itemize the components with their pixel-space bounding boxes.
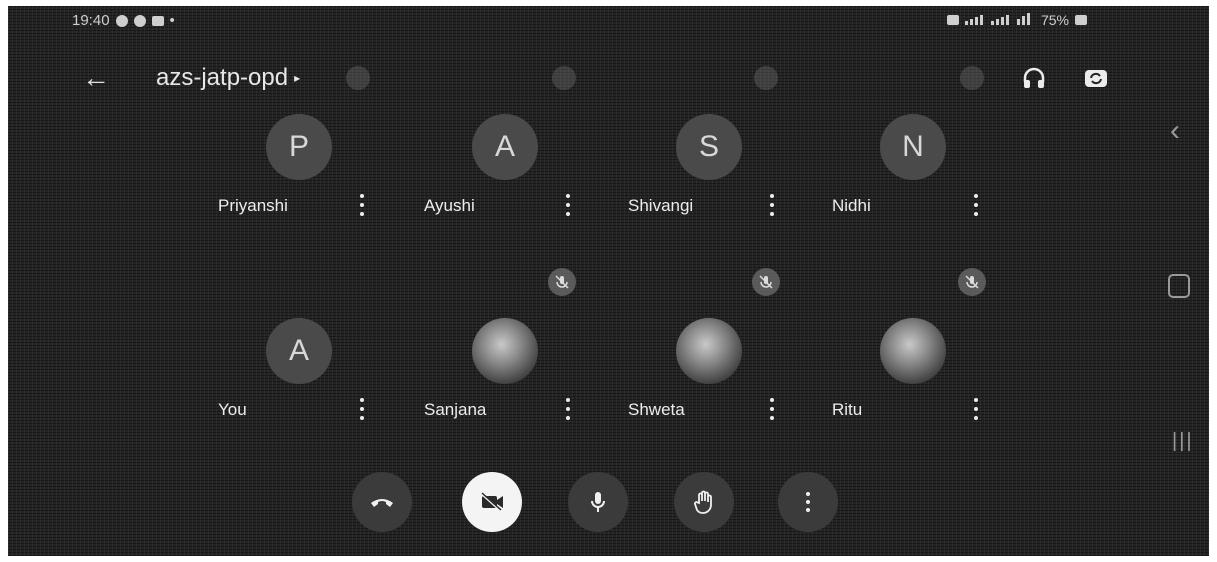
participant-more-button[interactable] — [970, 194, 982, 216]
phone-hangup-icon — [371, 499, 393, 507]
nav-back-button[interactable]: ‹ — [1170, 114, 1180, 148]
blur-indicator — [552, 66, 576, 90]
alarm-icon — [946, 15, 959, 25]
participant-name: Priyanshi — [218, 196, 288, 215]
status-time: 19:40 — [72, 12, 110, 29]
chevron-left-icon: ‹ — [1170, 114, 1180, 147]
nav-recents-button[interactable]: ||| — [1172, 430, 1194, 453]
switch-camera-icon — [1085, 70, 1107, 87]
participant-name: Ayushi — [424, 196, 475, 215]
status-bar-left: 19:40 • — [72, 12, 175, 29]
participant-more-button[interactable] — [356, 398, 368, 420]
status-bar-right: 75% — [946, 12, 1087, 28]
participant-tile[interactable]: P Priyanshi — [218, 114, 418, 234]
audio-output-button[interactable] — [1020, 64, 1048, 92]
mic-off-icon — [548, 268, 576, 296]
camera-off-icon — [481, 492, 503, 512]
avatar-photo — [472, 318, 538, 384]
blur-indicator — [960, 66, 984, 90]
participant-more-button[interactable] — [970, 398, 982, 420]
meeting-title-button[interactable]: azs-jatp-opd ▸ — [156, 64, 300, 92]
avatar-photo — [676, 318, 742, 384]
microphone-button[interactable] — [568, 472, 628, 532]
battery-percent: 75% — [1040, 12, 1069, 28]
arrow-left-icon: ← — [82, 62, 110, 93]
microphone-icon — [591, 492, 605, 512]
blur-indicator — [346, 66, 370, 90]
avatar: A — [472, 114, 538, 180]
blur-indicator — [754, 66, 778, 90]
headphones-icon — [1023, 67, 1045, 88]
participant-more-button[interactable] — [766, 194, 778, 216]
raise-hand-button[interactable] — [674, 472, 734, 532]
back-button[interactable]: ← — [82, 64, 110, 92]
avatar: N — [880, 114, 946, 180]
participant-more-button[interactable] — [562, 194, 574, 216]
participant-more-button[interactable] — [356, 194, 368, 216]
participant-tile[interactable]: N Nidhi — [832, 114, 1032, 234]
switch-camera-button[interactable] — [1082, 64, 1110, 92]
participant-name: Shweta — [628, 400, 685, 419]
whatsapp-icon — [115, 14, 128, 27]
participant-tile[interactable]: Shweta — [628, 318, 828, 438]
participant-more-button[interactable] — [562, 398, 574, 420]
participant-name: Shivangi — [628, 196, 694, 215]
participant-tile[interactable]: Ritu — [832, 318, 1032, 438]
participant-tile[interactable]: S Shivangi — [628, 114, 828, 234]
raise-hand-icon — [694, 490, 712, 514]
participant-name: Nidhi — [832, 196, 871, 215]
vpn-icon — [133, 14, 146, 27]
youtube-icon — [151, 15, 164, 26]
participant-more-button[interactable] — [766, 398, 778, 420]
participant-name: You — [218, 400, 247, 419]
avatar: S — [676, 114, 742, 180]
mic-off-icon — [752, 268, 780, 296]
recents-icon: ||| — [1172, 430, 1194, 452]
mic-off-icon — [958, 268, 986, 296]
video-call-screen: 19:40 • 75% ← azs-jatp-opd ▸ P Priyanshi… — [8, 6, 1209, 556]
avatar: A — [266, 318, 332, 384]
notification-dot-icon: • — [169, 12, 175, 29]
meeting-code: azs-jatp-opd — [156, 64, 289, 91]
caret-right-icon: ▸ — [294, 71, 301, 85]
battery-icon — [1075, 15, 1087, 25]
camera-toggle-button[interactable] — [462, 472, 522, 532]
nav-home-button[interactable] — [1168, 274, 1190, 298]
more-vertical-icon — [806, 492, 810, 512]
participant-tile[interactable]: A Ayushi — [424, 114, 624, 234]
participant-name: Sanjana — [424, 400, 487, 419]
more-options-button[interactable] — [778, 472, 838, 532]
participant-name: Ritu — [832, 400, 863, 419]
signal-icon — [964, 12, 1035, 28]
avatar-photo — [880, 318, 946, 384]
participant-tile[interactable]: Sanjana — [424, 318, 624, 438]
participant-tile[interactable]: A You — [218, 318, 418, 438]
end-call-button[interactable] — [352, 472, 412, 532]
avatar: P — [266, 114, 332, 180]
